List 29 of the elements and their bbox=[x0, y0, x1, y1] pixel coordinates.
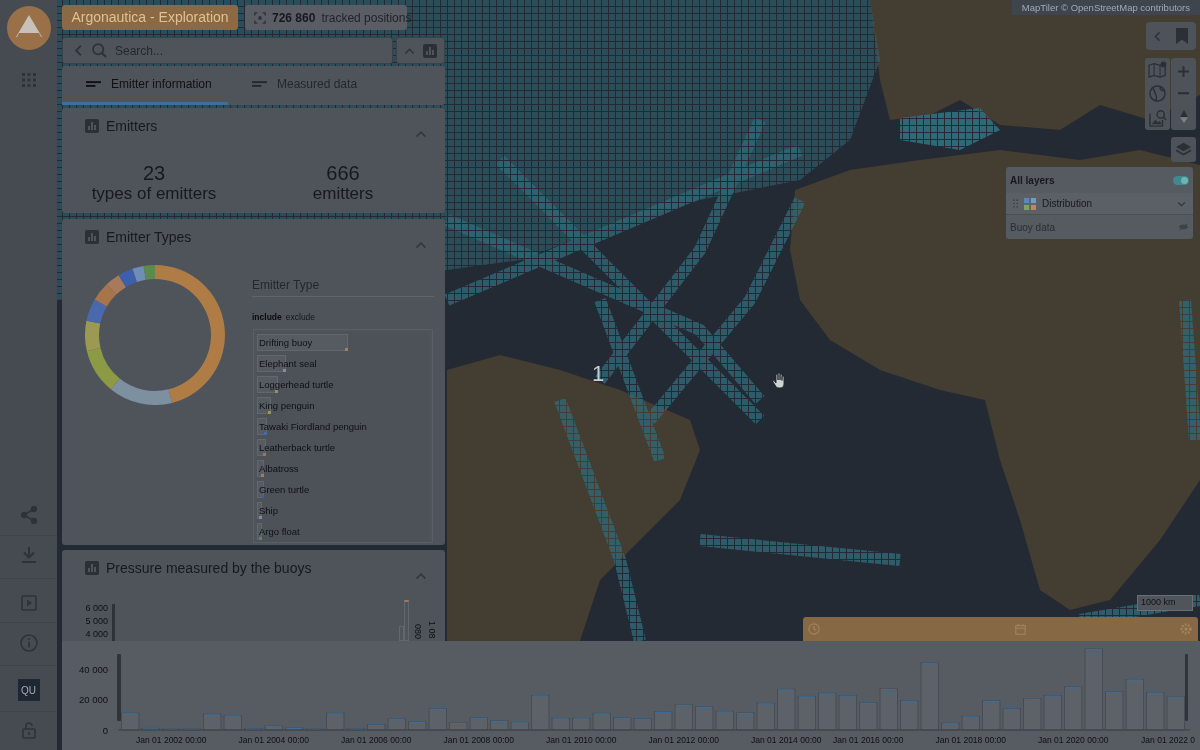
scale-bar: 1000 km bbox=[1137, 595, 1193, 611]
app-title: Argonautica - Exploration bbox=[62, 5, 238, 30]
stat-value: 23 bbox=[142, 162, 166, 184]
count-value: 726 860 bbox=[272, 9, 316, 27]
axis-label: 0 bbox=[102, 724, 108, 736]
stat-value: 666 bbox=[326, 162, 360, 184]
axis-label: Jan 01 2022 0 bbox=[1141, 735, 1195, 745]
axis-label: 20 000 bbox=[78, 694, 108, 706]
axis-label: Jan 01 2014 00:00 bbox=[751, 735, 822, 745]
axis-label: 080 bbox=[413, 623, 423, 639]
map-label: 1 bbox=[592, 361, 605, 387]
axis-label: 40 000 bbox=[78, 663, 108, 675]
panel-title: Pressure measured by the buoys bbox=[106, 559, 312, 577]
axis-label: Jan 01 2004 00:00 bbox=[238, 735, 309, 745]
panel-title: Emitter Types bbox=[106, 228, 192, 246]
axis-label: Jan 01 2016 00:00 bbox=[833, 735, 904, 745]
stat-label: types of emitters bbox=[91, 184, 217, 204]
count-label: tracked positions bbox=[321, 9, 412, 27]
axis-label: Jan 01 2006 00:00 bbox=[341, 735, 412, 745]
axis-label: Jan 01 2012 00:00 bbox=[648, 735, 719, 745]
panel-title: Emitters bbox=[106, 117, 158, 135]
axis-label: Jan 01 2008 00:00 bbox=[443, 735, 514, 745]
axis-label: Jan 01 2010 00:00 bbox=[546, 735, 617, 745]
axis-label: 1 08 bbox=[427, 621, 437, 639]
stat-label: emitters bbox=[312, 184, 374, 204]
axis-label: Jan 01 2002 00:00 bbox=[136, 735, 207, 745]
layer-group-label: All layers bbox=[1010, 173, 1055, 188]
axis-label: Jan 01 2020 00:00 bbox=[1038, 735, 1109, 745]
axis-label: Jan 01 2018 00:00 bbox=[935, 735, 1006, 745]
